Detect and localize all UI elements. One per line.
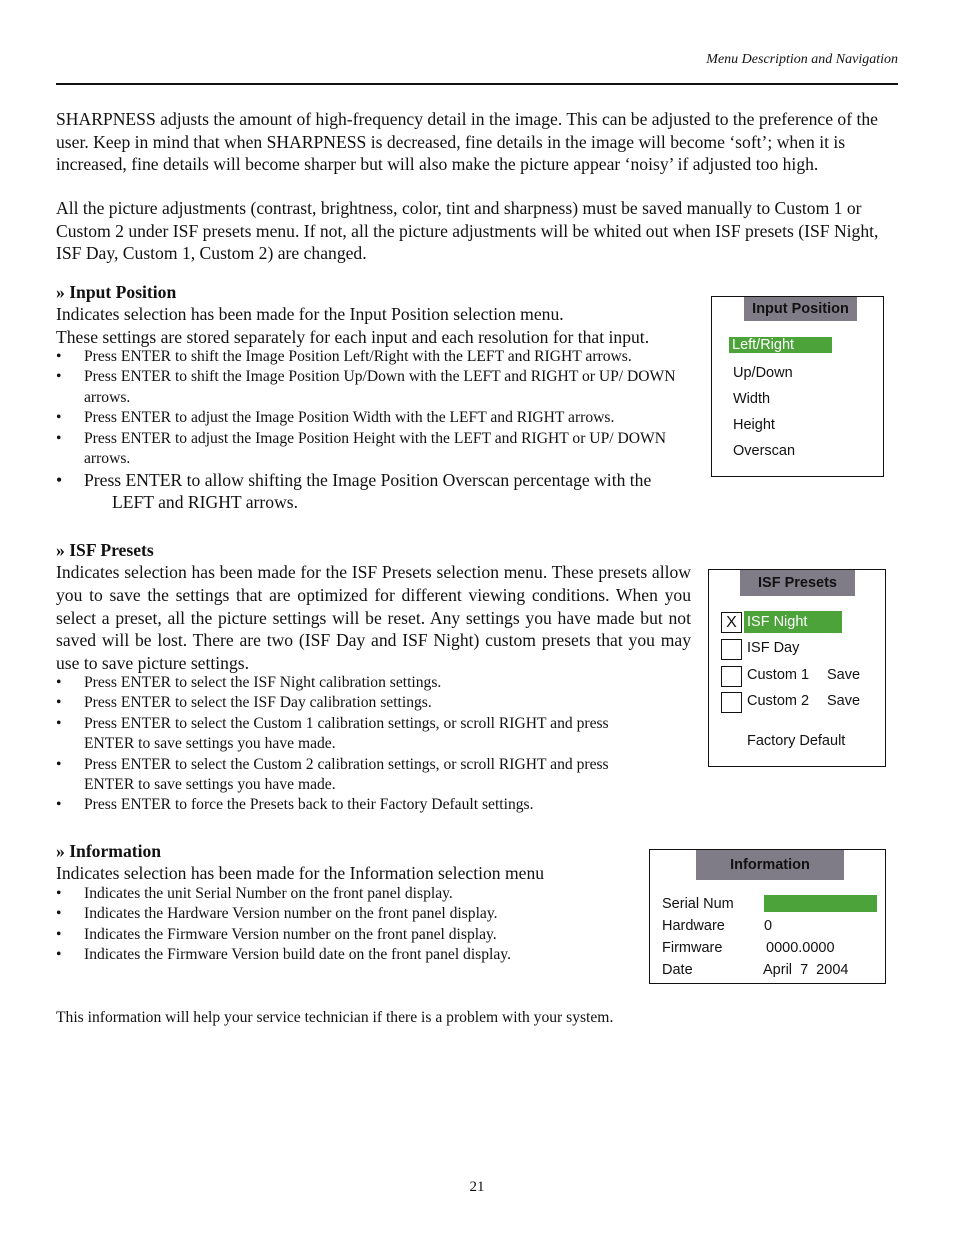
menu-title: ISF Presets — [740, 570, 855, 596]
hardware-value: 0 — [764, 918, 773, 934]
input-position-menu: Input Position Left/Right Up/Down Width … — [711, 296, 884, 477]
input-position-bullets: Press ENTER to shift the Image Position … — [56, 347, 696, 513]
menu-item-overscan[interactable]: Overscan — [733, 443, 795, 459]
checkbox-isf-day[interactable] — [721, 639, 742, 660]
bullet-item: Press ENTER to select the ISF Day calibr… — [56, 693, 691, 714]
firmware-label: Firmware — [662, 940, 723, 956]
information-menu: Information Serial Num Hardware 0 Firmwa… — [649, 849, 886, 984]
date-label: Date — [662, 962, 693, 978]
menu-item-height[interactable]: Height — [733, 417, 775, 433]
input-position-line-1: Indicates selection has been made for th… — [56, 304, 564, 324]
menu-item-isf-night[interactable]: ISF Night — [744, 611, 842, 633]
bullet-item: Press ENTER to adjust the Image Position… — [56, 429, 696, 470]
information-bullets: Indicates the unit Serial Number on the … — [56, 884, 636, 966]
information-heading: » Information — [56, 841, 162, 861]
bullet-continuation: LEFT and RIGHT arrows. — [112, 492, 299, 513]
input-position-line-2: These settings are stored separately for… — [56, 326, 650, 347]
menu-item-custom-1[interactable]: Custom 1 — [747, 667, 809, 683]
bullet-item: Indicates the unit Serial Number on the … — [56, 884, 636, 905]
isf-presets-description: Indicates selection has been made for th… — [56, 562, 691, 674]
menu-item-left-right[interactable]: Left/Right — [729, 337, 832, 353]
closing-note: This information will help your service … — [56, 1009, 614, 1026]
bullet-item: Press ENTER to shift the Image Position … — [56, 367, 696, 408]
bullet-item: Press ENTER to allow shifting the Image … — [56, 469, 696, 513]
save-custom-1-button[interactable]: Save — [827, 667, 860, 683]
bullet-item: Press ENTER to shift the Image Position … — [56, 347, 696, 368]
hardware-label: Hardware — [662, 918, 725, 934]
menu-item-width[interactable]: Width — [733, 391, 770, 407]
isf-presets-heading: » ISF Presets — [56, 540, 154, 560]
bullet-item: Press ENTER to select the Custom 2 calib… — [56, 755, 644, 796]
bullet-item: Press ENTER to adjust the Image Position… — [56, 408, 696, 429]
running-header: Menu Description and Navigation — [706, 52, 898, 67]
input-position-description: Indicates selection has been made for th… — [56, 303, 696, 349]
menu-title: Information — [696, 850, 844, 880]
menu-item-factory-default[interactable]: Factory Default — [747, 733, 845, 749]
picture-adjustments-paragraph: All the picture adjustments (contrast, b… — [56, 198, 879, 263]
bullet-item: Indicates the Hardware Version number on… — [56, 904, 636, 925]
header-rule — [56, 83, 898, 85]
menu-title: Input Position — [744, 297, 857, 321]
serial-num-value-highlight — [764, 895, 877, 912]
checkbox-custom-1[interactable] — [721, 666, 742, 687]
bullet-item: Press ENTER to select the Custom 1 calib… — [56, 714, 644, 755]
bullet-item: Press ENTER to select the ISF Night cali… — [56, 673, 691, 694]
bullet-item: Indicates the Firmware Version build dat… — [56, 945, 636, 966]
bullet-item: Press ENTER to force the Presets back to… — [56, 795, 691, 816]
bullet-text: Press ENTER to allow shifting the Image … — [84, 470, 652, 491]
checkbox-custom-2[interactable] — [721, 692, 742, 713]
menu-item-custom-2[interactable]: Custom 2 — [747, 693, 809, 709]
menu-item-isf-day[interactable]: ISF Day — [747, 640, 799, 656]
isf-presets-menu: ISF Presets X ISF Night ISF Day Custom 1… — [708, 569, 886, 767]
date-value: April 7 2004 — [763, 962, 849, 978]
isf-presets-bullets: Press ENTER to select the ISF Night cali… — [56, 673, 691, 816]
sharpness-paragraph: SHARPNESS adjusts the amount of high-fre… — [56, 109, 878, 174]
checkbox-isf-night[interactable]: X — [721, 612, 742, 633]
save-custom-2-button[interactable]: Save — [827, 693, 860, 709]
serial-num-label: Serial Num — [662, 896, 734, 912]
input-position-heading: » Input Position — [56, 282, 177, 302]
bullet-item: Indicates the Firmware Version number on… — [56, 925, 636, 946]
information-description: Indicates selection has been made for th… — [56, 863, 545, 883]
firmware-value: 0000.0000 — [766, 940, 835, 956]
page-number: 21 — [469, 1179, 485, 1195]
menu-item-up-down[interactable]: Up/Down — [733, 365, 793, 381]
